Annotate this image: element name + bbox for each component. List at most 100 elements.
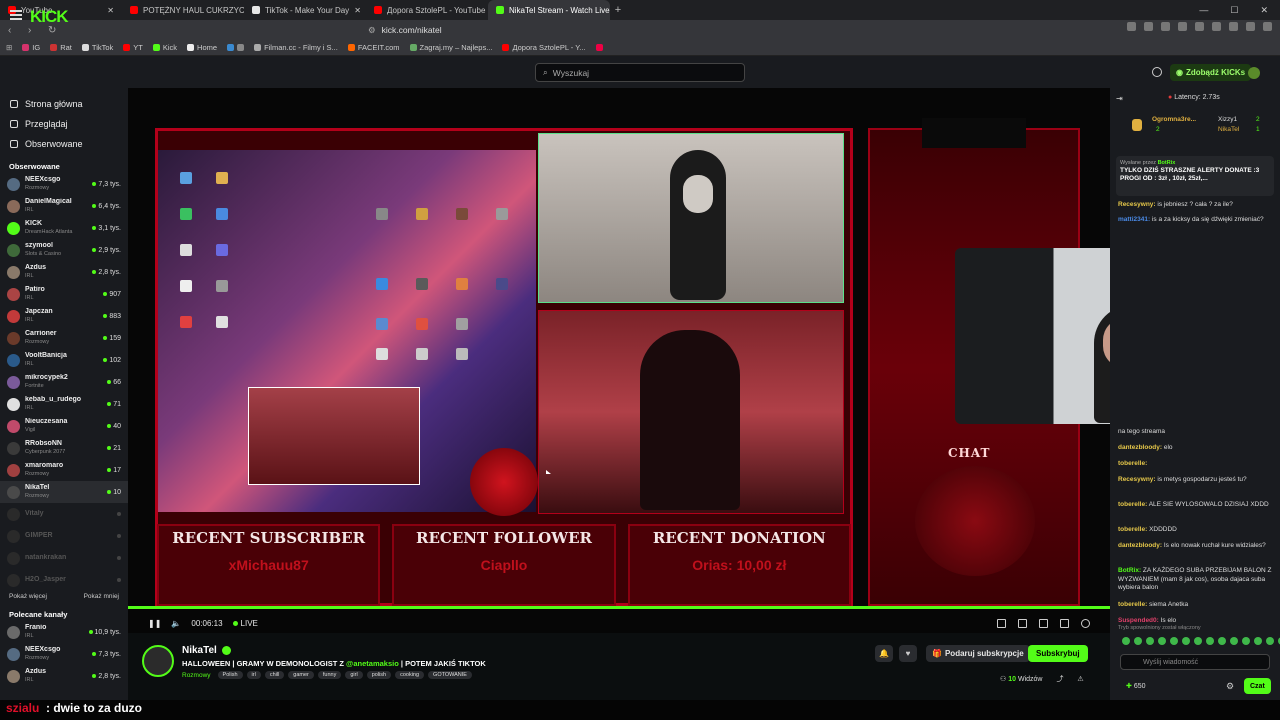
kick-logo[interactable]: KICK [30, 7, 69, 27]
extension-icon[interactable] [1144, 22, 1153, 31]
emote-icon[interactable] [1134, 637, 1142, 645]
extension-icon[interactable] [1212, 22, 1221, 31]
bookmark[interactable]: Kick [152, 43, 177, 52]
mention-link[interactable]: @anetamaksio [346, 659, 399, 668]
subscribe-button[interactable]: Subskrybuj [1028, 645, 1088, 662]
channel-avatar[interactable] [142, 645, 174, 677]
new-tab-button[interactable]: + [610, 4, 626, 16]
notifications-icon[interactable] [1152, 67, 1162, 77]
sidebar-channel[interactable]: RRobsoNN Cyberpunk 2077 21 [0, 437, 128, 459]
progress-bar[interactable] [128, 606, 1110, 609]
stream-tag[interactable]: girl [345, 671, 363, 679]
extension-icon[interactable] [1178, 22, 1187, 31]
chat-username[interactable]: Suspended0: [1118, 617, 1159, 624]
site-info-icon[interactable]: ⚙ [368, 25, 376, 36]
bookmark[interactable]: Rat [50, 43, 72, 52]
nav-home[interactable]: Strona główna [0, 94, 128, 114]
sidebar-channel[interactable]: Vitaly [0, 503, 128, 525]
show-more-button[interactable]: Pokaż więcej [9, 593, 47, 600]
bookmark[interactable] [227, 44, 245, 51]
extension-icon[interactable] [1127, 22, 1136, 31]
emote-icon[interactable] [1206, 637, 1214, 645]
show-less-button[interactable]: Pokaż mniej [84, 593, 119, 600]
sidebar-channel[interactable]: kebab_u_rudego IRL 71 [0, 393, 128, 415]
theater-icon[interactable] [1018, 618, 1027, 628]
sidebar-channel[interactable]: mikrocypek2 Fortnite 66 [0, 371, 128, 393]
stream-tag[interactable]: Polish [217, 671, 243, 679]
sidebar-channel[interactable]: NikaTel Rozmowy 10 [0, 481, 128, 503]
user-avatar[interactable] [1248, 67, 1260, 79]
chat-send-button[interactable]: Czat [1244, 678, 1271, 694]
sidebar-channel[interactable]: Patiro IRL 907 [0, 283, 128, 305]
sidebar-channel[interactable]: H2O_Jasper [0, 569, 128, 591]
channel-name[interactable]: NikaTel [182, 645, 217, 656]
nav-following[interactable]: Obserwowane [0, 134, 128, 154]
sidebar-channel[interactable]: DanielMagical IRL 6,4 tys. [0, 195, 128, 217]
sidebar-channel[interactable]: Nieuczesana Vigil 40 [0, 415, 128, 437]
stream-tag[interactable]: cooking [395, 671, 425, 679]
stream-tag[interactable]: chill [264, 671, 285, 679]
notify-bell-button[interactable]: 🔔 [875, 645, 893, 662]
sidebar-channel[interactable]: Franio IRL 10,9 tys. [0, 621, 128, 643]
pip-icon[interactable] [1039, 618, 1048, 628]
pinned-message[interactable]: Wysłane przez BotRix TYLKO DZIŚ STRASZNE… [1116, 156, 1274, 196]
close-tab-icon[interactable]: ✕ [107, 6, 114, 15]
bookmark[interactable]: Filman.cc - Filmy i S... [254, 43, 338, 52]
minimize-icon[interactable]: — [1199, 5, 1208, 16]
sidebar-channel[interactable]: szymool Slots & Casino 2,9 tys. [0, 239, 128, 261]
emote-icon[interactable] [1182, 637, 1190, 645]
bookmark[interactable] [595, 44, 603, 51]
sidebar-channel[interactable]: VooltBanicja IRL 102 [0, 349, 128, 371]
bookmark[interactable]: FACEIT.com [347, 43, 400, 52]
search-input[interactable]: ⌕ Wyszukaj [535, 63, 745, 82]
sidebar-channel[interactable]: GIMPER [0, 525, 128, 547]
extension-icon[interactable] [1195, 22, 1204, 31]
emote-icon[interactable] [1170, 637, 1178, 645]
stream-tag[interactable]: gamer [288, 671, 314, 679]
chat-username[interactable]: toberelle: [1118, 601, 1147, 608]
browser-tab[interactable]: TikTok - Make Your Day ✕ [244, 0, 366, 20]
chat-username[interactable]: dantezbloody: [1118, 542, 1162, 549]
browser-tab[interactable]: Дорога SztolePL - YouTube✕ [366, 0, 488, 20]
category-link[interactable]: Rozmowy [182, 672, 211, 679]
clip-icon[interactable] [997, 618, 1006, 628]
report-icon[interactable]: ⚠ [1077, 676, 1083, 683]
gift-subs-button[interactable]: 🎁 Podaruj subskrypcje [926, 645, 1030, 662]
extension-icon[interactable] [1229, 22, 1238, 31]
share-icon[interactable]: ⤴ [1056, 676, 1063, 683]
settings-gear-icon[interactable] [1081, 618, 1090, 628]
emote-icon[interactable] [1122, 637, 1130, 645]
emote-icon[interactable] [1266, 637, 1274, 645]
close-tab-icon[interactable]: ✕ [354, 6, 361, 15]
chat-input[interactable]: Wyślij wiadomość [1120, 654, 1270, 670]
bookmark[interactable]: Zagraj.my – Najleps... [409, 43, 492, 52]
back-icon[interactable]: ‹ [8, 25, 18, 36]
bookmark[interactable]: YT [123, 43, 143, 52]
sidebar-channel[interactable]: KICK DreamHack Atlanta 3,1 tys. [0, 217, 128, 239]
bookmark[interactable]: Home [187, 43, 217, 52]
sidebar-channel[interactable]: Azdus IRL 2,8 tys. [0, 261, 128, 283]
bookmark[interactable]: TikTok [81, 43, 113, 52]
emote-icon[interactable] [1158, 637, 1166, 645]
fullscreen-icon[interactable] [1060, 618, 1069, 628]
stream-tag[interactable]: GOTOWANIE [428, 671, 472, 679]
emote-icon[interactable] [1194, 637, 1202, 645]
stream-tag[interactable]: polish [366, 671, 392, 679]
pause-icon[interactable]: ❚❚ [148, 619, 161, 628]
stream-tag[interactable]: irl [246, 671, 261, 679]
chat-username[interactable]: dantezbloody: [1118, 444, 1162, 451]
sidebar-channel[interactable]: NEEXcsgo Rozmowy 7,3 tys. [0, 643, 128, 665]
sidebar-channel[interactable]: natankrakan [0, 547, 128, 569]
menu-icon[interactable] [1263, 22, 1272, 31]
extension-icon[interactable] [1246, 22, 1255, 31]
close-window-icon[interactable]: ✕ [1260, 5, 1268, 16]
chat-username[interactable]: BotRix: [1118, 567, 1141, 574]
sidebar-channel[interactable]: xmaromaro Rozmowy 17 [0, 459, 128, 481]
stream-tag[interactable]: funny [317, 671, 342, 679]
sidebar-channel[interactable]: NEEXcsgo Rozmowy 7,3 tys. [0, 173, 128, 195]
chat-username[interactable]: toberelle: [1118, 526, 1147, 533]
get-kicks-button[interactable]: ◉ Zdobądź KICKs [1170, 64, 1252, 81]
follow-heart-button[interactable]: ♥ [899, 645, 917, 662]
collapse-chat-icon[interactable]: ⇥ [1116, 94, 1123, 103]
chat-username[interactable]: toberelle: [1118, 460, 1147, 467]
